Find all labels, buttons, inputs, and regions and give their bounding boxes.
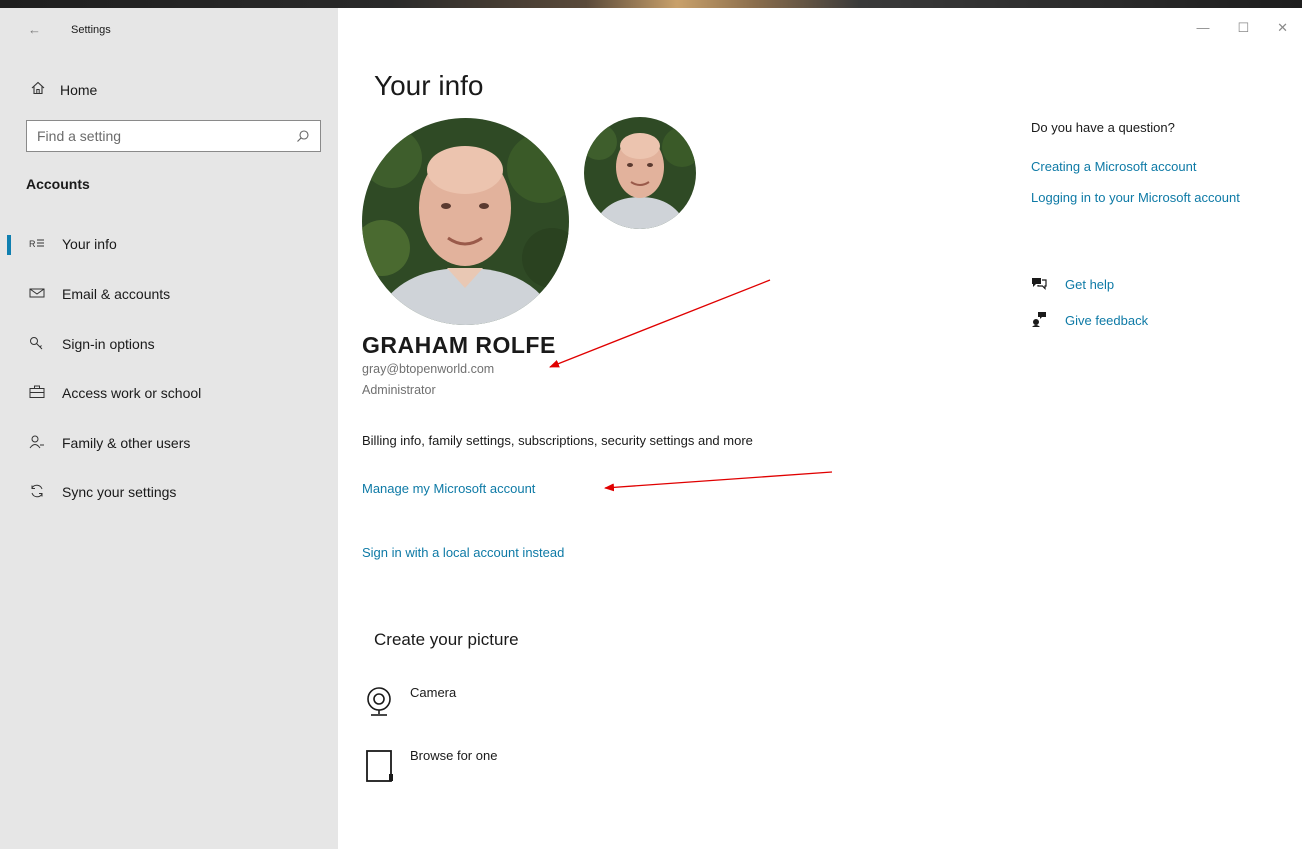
sidebar-item-access-work[interactable]: Access work or school (0, 376, 338, 410)
sidebar-item-email-accounts[interactable]: Email & accounts (0, 277, 338, 311)
user-email: gray@btopenworld.com (362, 362, 495, 376)
create-picture-heading: Create your picture (374, 630, 519, 649)
sidebar-item-sign-in-options[interactable]: Sign-in options (0, 327, 338, 361)
annotation-arrow-manage (604, 471, 833, 492)
camera-option-label: Camera (410, 685, 457, 700)
minimize-button[interactable]: — (1196, 20, 1209, 36)
page-title: Your info (374, 70, 484, 101)
chat-help-icon (1031, 276, 1049, 293)
help-question-heading: Do you have a question? (1031, 120, 1175, 135)
window-title: Settings (71, 24, 111, 36)
user-display-name: GRAHAM ROLFE (362, 332, 556, 358)
sidebar-item-label: Your info (62, 236, 117, 252)
sidebar-item-sync-settings[interactable]: Sync your settings (0, 475, 338, 509)
sidebar-item-family-users[interactable]: Family & other users (0, 426, 338, 460)
svg-text:R: R (29, 239, 36, 249)
camera-option[interactable]: Camera (362, 683, 456, 724)
sidebar-section-heading: Accounts (26, 176, 90, 192)
search-icon[interactable] (296, 129, 310, 143)
give-feedback-row[interactable]: Give feedback (1031, 311, 1148, 330)
sync-icon (28, 484, 46, 501)
back-arrow-icon[interactable]: ← (28, 22, 41, 37)
get-help-link[interactable]: Get help (1065, 277, 1114, 292)
briefcase-icon (28, 385, 46, 402)
profile-picture-large (362, 118, 569, 325)
sidebar-item-label: Email & accounts (62, 286, 171, 302)
user-role: Administrator (362, 383, 436, 397)
local-account-link[interactable]: Sign in with a local account instead (362, 545, 564, 560)
home-icon (30, 81, 46, 99)
sidebar-item-label: Sync your settings (62, 484, 177, 500)
camera-icon (362, 683, 396, 724)
search-box[interactable] (26, 120, 321, 152)
selection-indicator (7, 235, 11, 255)
maximize-button[interactable]: ☐ (1237, 20, 1249, 36)
window-top-border (0, 0, 1302, 8)
billing-description: Billing info, family settings, subscript… (362, 433, 753, 448)
person-card-icon: R (28, 237, 46, 252)
search-input[interactable] (37, 128, 296, 144)
mail-icon (28, 287, 46, 302)
creating-account-link[interactable]: Creating a Microsoft account (1031, 158, 1241, 176)
get-help-row[interactable]: Get help (1031, 276, 1114, 293)
feedback-icon (1031, 311, 1049, 330)
document-icon (362, 746, 396, 791)
profile-picture-small (584, 117, 696, 229)
window-controls: — ☐ ✕ (1196, 20, 1288, 36)
browse-option-label: Browse for one (410, 748, 498, 763)
close-button[interactable]: ✕ (1277, 20, 1288, 36)
logging-in-link[interactable]: Logging in to your Microsoft account (1031, 189, 1241, 207)
sidebar-item-label: Access work or school (62, 385, 202, 401)
key-icon (28, 336, 46, 353)
sidebar-item-your-info[interactable]: R Your info (0, 227, 338, 261)
sidebar-item-label: Home (60, 82, 98, 98)
sidebar-item-home[interactable]: Home (30, 79, 97, 101)
give-feedback-link[interactable]: Give feedback (1065, 313, 1148, 328)
manage-account-link[interactable]: Manage my Microsoft account (362, 481, 535, 496)
annotation-arrow-email (549, 279, 771, 368)
sidebar-item-label: Sign-in options (62, 336, 155, 352)
sidebar-item-label: Family & other users (62, 435, 191, 451)
person-add-icon (28, 435, 46, 452)
browse-option[interactable]: Browse for one (362, 746, 497, 791)
